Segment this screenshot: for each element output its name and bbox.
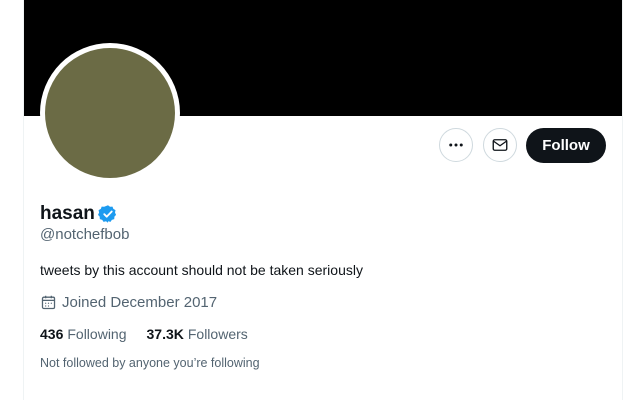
joined-date-text: Joined December 2017 [62,294,218,311]
envelope-icon [491,136,509,154]
user-handle: @notchefbob [40,226,130,243]
following-count: 436 [40,326,64,342]
profile-page: Follow hasan @notchefbob tweets by this … [0,0,640,400]
follow-button[interactable]: Follow [526,128,606,163]
followers-link[interactable]: 37.3K Followers [147,326,248,342]
followers-count: 37.3K [146,326,184,342]
more-button[interactable] [439,128,473,162]
avatar[interactable] [45,48,175,178]
message-button[interactable] [483,128,517,162]
display-name: hasan [40,203,95,224]
following-link[interactable]: 436 Following [40,326,127,342]
followed-by-notice: Not followed by anyone you’re following [40,356,260,370]
follow-stats: 436 Following 37.3K Followers [40,326,268,342]
followers-label: Followers [187,326,248,342]
calendar-icon [40,294,57,311]
profile-bio: tweets by this account should not be tak… [40,262,363,278]
display-name-row: hasan [40,202,118,226]
verified-badge-icon[interactable] [97,204,118,224]
follow-button-label: Follow [542,137,590,154]
joined-date-row: Joined December 2017 [40,294,217,311]
following-label: Following [67,326,127,342]
column-border-right [622,0,623,400]
more-horizontal-icon [447,136,465,154]
